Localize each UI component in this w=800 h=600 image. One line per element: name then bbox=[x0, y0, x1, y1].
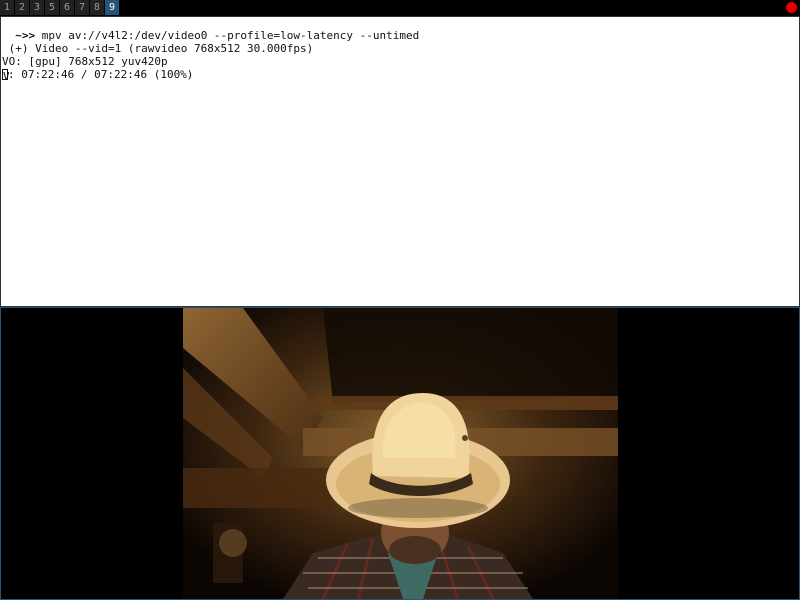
workspace-button-5[interactable]: 5 bbox=[45, 0, 59, 15]
workspace-button-6[interactable]: 6 bbox=[60, 0, 74, 15]
terminal-window[interactable]: ~>> mpv av://v4l2:/dev/video0 --profile=… bbox=[0, 16, 800, 307]
prompt-symbol: ~>> bbox=[15, 29, 36, 42]
top-bar: 1 2 3 5 6 7 8 9 bbox=[0, 0, 800, 15]
workspace-button-7[interactable]: 7 bbox=[75, 0, 89, 15]
terminal-command-line: ~>> mpv av://v4l2:/dev/video0 --profile=… bbox=[2, 29, 419, 42]
workspace-button-9[interactable]: 9 bbox=[105, 0, 119, 15]
record-indicator-icon[interactable] bbox=[786, 2, 797, 13]
workspace-button-2[interactable]: 2 bbox=[15, 0, 29, 15]
terminal-status-line: V: 07:22:46 / 07:22:46 (100%) bbox=[2, 68, 419, 83]
terminal-output-line: (+) Video --vid=1 (rawvideo 768x512 30.0… bbox=[2, 42, 314, 55]
terminal-output-line: VO: [gpu] 768x512 yuv420p bbox=[2, 55, 168, 68]
playback-status: : 07:22:46 / 07:22:46 (100%) bbox=[8, 68, 194, 81]
mpv-video-window[interactable] bbox=[0, 307, 800, 600]
workspace-button-3[interactable]: 3 bbox=[30, 0, 44, 15]
workspace-button-1[interactable]: 1 bbox=[0, 0, 14, 15]
terminal-output: ~>> mpv av://v4l2:/dev/video0 --profile=… bbox=[2, 29, 419, 83]
workspace-button-8[interactable]: 8 bbox=[90, 0, 104, 15]
workspace-switcher: 1 2 3 5 6 7 8 9 bbox=[0, 0, 120, 15]
terminal-command: mpv av://v4l2:/dev/video0 --profile=low-… bbox=[41, 29, 420, 42]
video-frame bbox=[183, 308, 618, 599]
webcam-image bbox=[183, 308, 618, 599]
